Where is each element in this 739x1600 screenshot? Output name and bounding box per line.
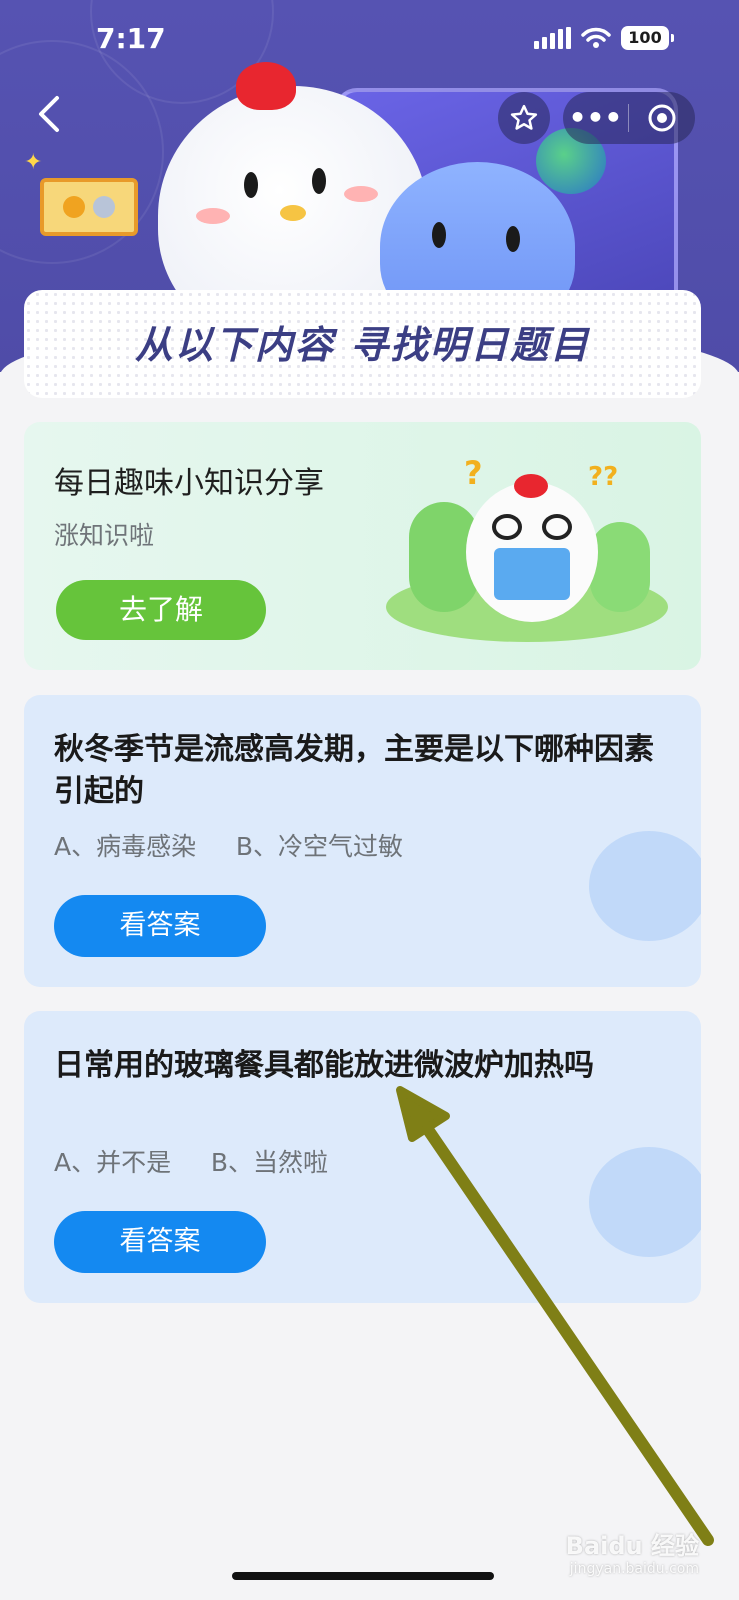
chick-eye-left <box>244 172 258 198</box>
alien-eye-left <box>432 222 446 248</box>
question-mark-icon: ? <box>464 454 483 492</box>
book-icon <box>494 548 570 600</box>
more-options-icon[interactable]: ••• <box>564 92 628 144</box>
section-banner: 从以下内容 寻找明日题目 <box>24 290 701 398</box>
watermark-url: jingyan.baidu.com <box>569 1561 699 1577</box>
close-target-icon[interactable] <box>629 103 695 133</box>
bush-illustration <box>590 522 650 612</box>
chick-beak <box>280 205 306 221</box>
baidu-watermark: Baidu 经验 jingyan.baidu.com <box>566 1526 699 1577</box>
silver-medal-icon <box>93 196 115 218</box>
gold-medal-icon <box>63 196 85 218</box>
sparkle-icon: ✦ <box>24 150 43 175</box>
chick-blush-left <box>196 208 230 224</box>
view-answer-button[interactable]: 看答案 <box>54 1211 266 1273</box>
star-icon <box>510 104 538 130</box>
banner-title: 从以下内容 寻找明日题目 <box>134 323 591 367</box>
home-indicator[interactable] <box>232 1572 494 1580</box>
back-chevron-icon[interactable] <box>28 92 68 140</box>
favorite-button[interactable] <box>498 92 550 144</box>
reading-chick-comb <box>514 474 548 498</box>
question-card: 日常用的玻璃餐具都能放进微波炉加热吗 A、并不是 B、当然啦 看答案 <box>24 1011 701 1303</box>
status-time: 7:17 <box>96 22 166 55</box>
wifi-icon <box>581 27 611 48</box>
medal-badge-icon[interactable] <box>40 178 138 236</box>
knowledge-card-title: 每日趣味小知识分享 <box>54 466 324 501</box>
view-answer-button[interactable]: 看答案 <box>54 895 266 957</box>
question-options: A、病毒感染 B、冷空气过敏 <box>54 832 403 861</box>
alien-eye-right <box>506 226 520 252</box>
cellular-signal-icon <box>534 27 571 49</box>
question-title: 日常用的玻璃餐具都能放进微波炉加热吗 <box>54 1048 594 1083</box>
chat-bubble-icon <box>589 831 701 941</box>
status-icons: 100 <box>534 26 674 50</box>
chick-eye-right <box>312 168 326 194</box>
mini-program-capsule: ••• <box>563 92 695 144</box>
question-mark-icon: ?? <box>588 462 619 492</box>
learn-more-button[interactable]: 去了解 <box>56 580 266 640</box>
question-card: 秋冬季节是流感高发期，主要是以下哪种因素引起的 A、病毒感染 B、冷空气过敏 看… <box>24 695 701 987</box>
glasses-icon <box>492 514 572 540</box>
battery-icon: 100 <box>621 26 674 50</box>
question-title: 秋冬季节是流感高发期，主要是以下哪种因素引起的 <box>54 732 654 809</box>
chick-comb <box>236 62 296 110</box>
question-options: A、并不是 B、当然啦 <box>54 1148 328 1177</box>
knowledge-card-subtitle: 涨知识啦 <box>54 521 155 550</box>
watermark-text: Baidu 经验 <box>565 1532 699 1560</box>
knowledge-card[interactable]: 每日趣味小知识分享 涨知识啦 去了解 ? ?? <box>24 422 701 670</box>
chick-blush-right <box>344 186 378 202</box>
chat-bubble-icon <box>589 1147 701 1257</box>
